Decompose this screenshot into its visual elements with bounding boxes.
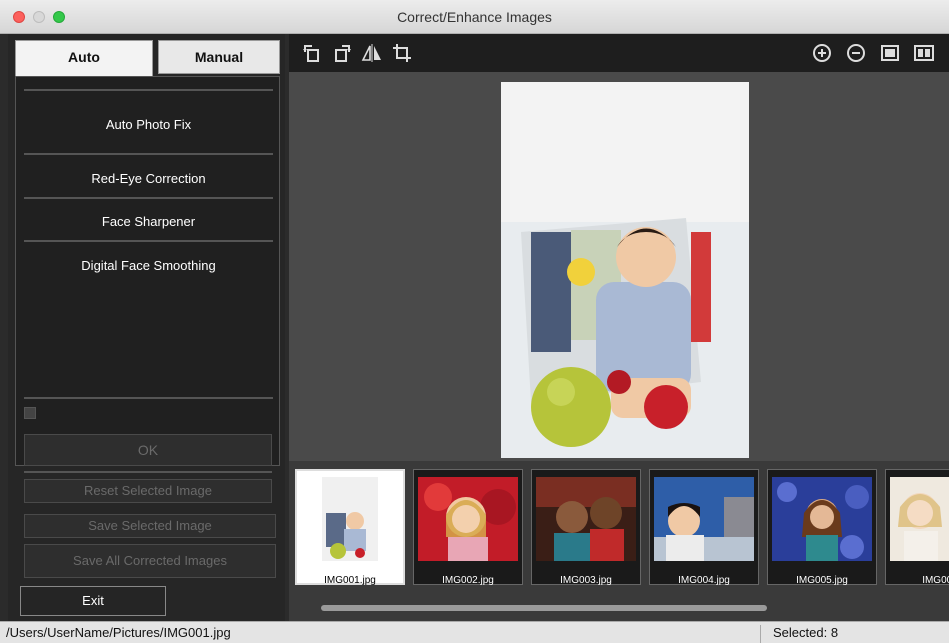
- apply-checkbox[interactable]: [24, 407, 36, 419]
- thumbnail-caption: IMG005.jpg: [796, 575, 848, 586]
- exit-button[interactable]: Exit: [20, 586, 166, 616]
- zoom-out-icon[interactable]: [845, 42, 867, 64]
- reset-selected-image-button[interactable]: Reset Selected Image: [24, 479, 272, 503]
- digital-face-smoothing-button[interactable]: Digital Face Smoothing: [24, 258, 273, 273]
- divider: [24, 197, 273, 199]
- window-title: Correct/Enhance Images: [397, 9, 552, 25]
- face-sharpener-button[interactable]: Face Sharpener: [24, 214, 273, 229]
- thumbnail-image: [772, 477, 872, 561]
- auto-photo-fix-button[interactable]: Auto Photo Fix: [24, 117, 273, 132]
- divider: [24, 471, 272, 473]
- horizontal-scrollbar[interactable]: [321, 605, 767, 611]
- preview-image[interactable]: [501, 82, 749, 458]
- thumbnail-item[interactable]: IMG005.jpg: [767, 469, 877, 593]
- save-all-corrected-images-button[interactable]: Save All Corrected Images: [24, 544, 276, 578]
- tab-auto[interactable]: Auto: [15, 40, 153, 78]
- thumbnail-caption: IMG002.jpg: [442, 575, 494, 586]
- preview-area: [289, 72, 949, 461]
- thumbnail-caption: IMG001.jpg: [324, 575, 376, 586]
- file-path: /Users/UserName/Pictures/IMG001.jpg: [6, 625, 231, 640]
- thumbnail-item[interactable]: IMG006: [885, 469, 949, 593]
- divider: [24, 397, 273, 399]
- flip-icon[interactable]: [361, 42, 383, 64]
- rotate-left-icon[interactable]: [301, 42, 323, 64]
- zoom-in-icon[interactable]: [811, 42, 833, 64]
- thumbnail-caption: IMG006: [922, 575, 949, 586]
- divider: [24, 240, 273, 242]
- thumbnail-image: [654, 477, 754, 561]
- thumbnail-image: [300, 477, 400, 561]
- thumbnail-item[interactable]: IMG002.jpg: [413, 469, 523, 593]
- correction-panel: Auto Manual Auto Photo Fix Red-Eye Corre…: [8, 34, 285, 621]
- crop-icon[interactable]: [391, 42, 413, 64]
- status-bar: /Users/UserName/Pictures/IMG001.jpg Sele…: [0, 621, 949, 643]
- selected-count: Selected: 8: [760, 625, 838, 643]
- thumbnail-strip: IMG001.jpg IMG002.jpg IMG003.jpg IMG004.…: [289, 461, 949, 621]
- rotate-right-icon[interactable]: [331, 42, 353, 64]
- thumbnail-item[interactable]: IMG004.jpg: [649, 469, 759, 593]
- thumbnail-caption: IMG004.jpg: [678, 575, 730, 586]
- thumbnail-item[interactable]: IMG003.jpg: [531, 469, 641, 593]
- auto-tab-content: Auto Photo Fix Red-Eye Correction Face S…: [15, 76, 280, 466]
- title-bar: Correct/Enhance Images: [0, 0, 949, 34]
- thumbnail-item[interactable]: IMG001.jpg: [295, 469, 405, 593]
- save-selected-image-button[interactable]: Save Selected Image: [24, 514, 276, 538]
- thumbnail-caption: IMG003.jpg: [560, 575, 612, 586]
- thumbnail-image: [418, 477, 518, 561]
- tab-manual[interactable]: Manual: [158, 40, 280, 74]
- full-screen-icon[interactable]: [879, 42, 901, 64]
- compare-icon[interactable]: [913, 42, 935, 64]
- toolbar: [289, 34, 949, 72]
- ok-button[interactable]: OK: [24, 434, 272, 466]
- thumbnail-image: [890, 477, 949, 561]
- red-eye-correction-button[interactable]: Red-Eye Correction: [24, 171, 273, 186]
- thumbnail-image: [536, 477, 636, 561]
- divider: [24, 153, 273, 155]
- divider: [24, 89, 273, 91]
